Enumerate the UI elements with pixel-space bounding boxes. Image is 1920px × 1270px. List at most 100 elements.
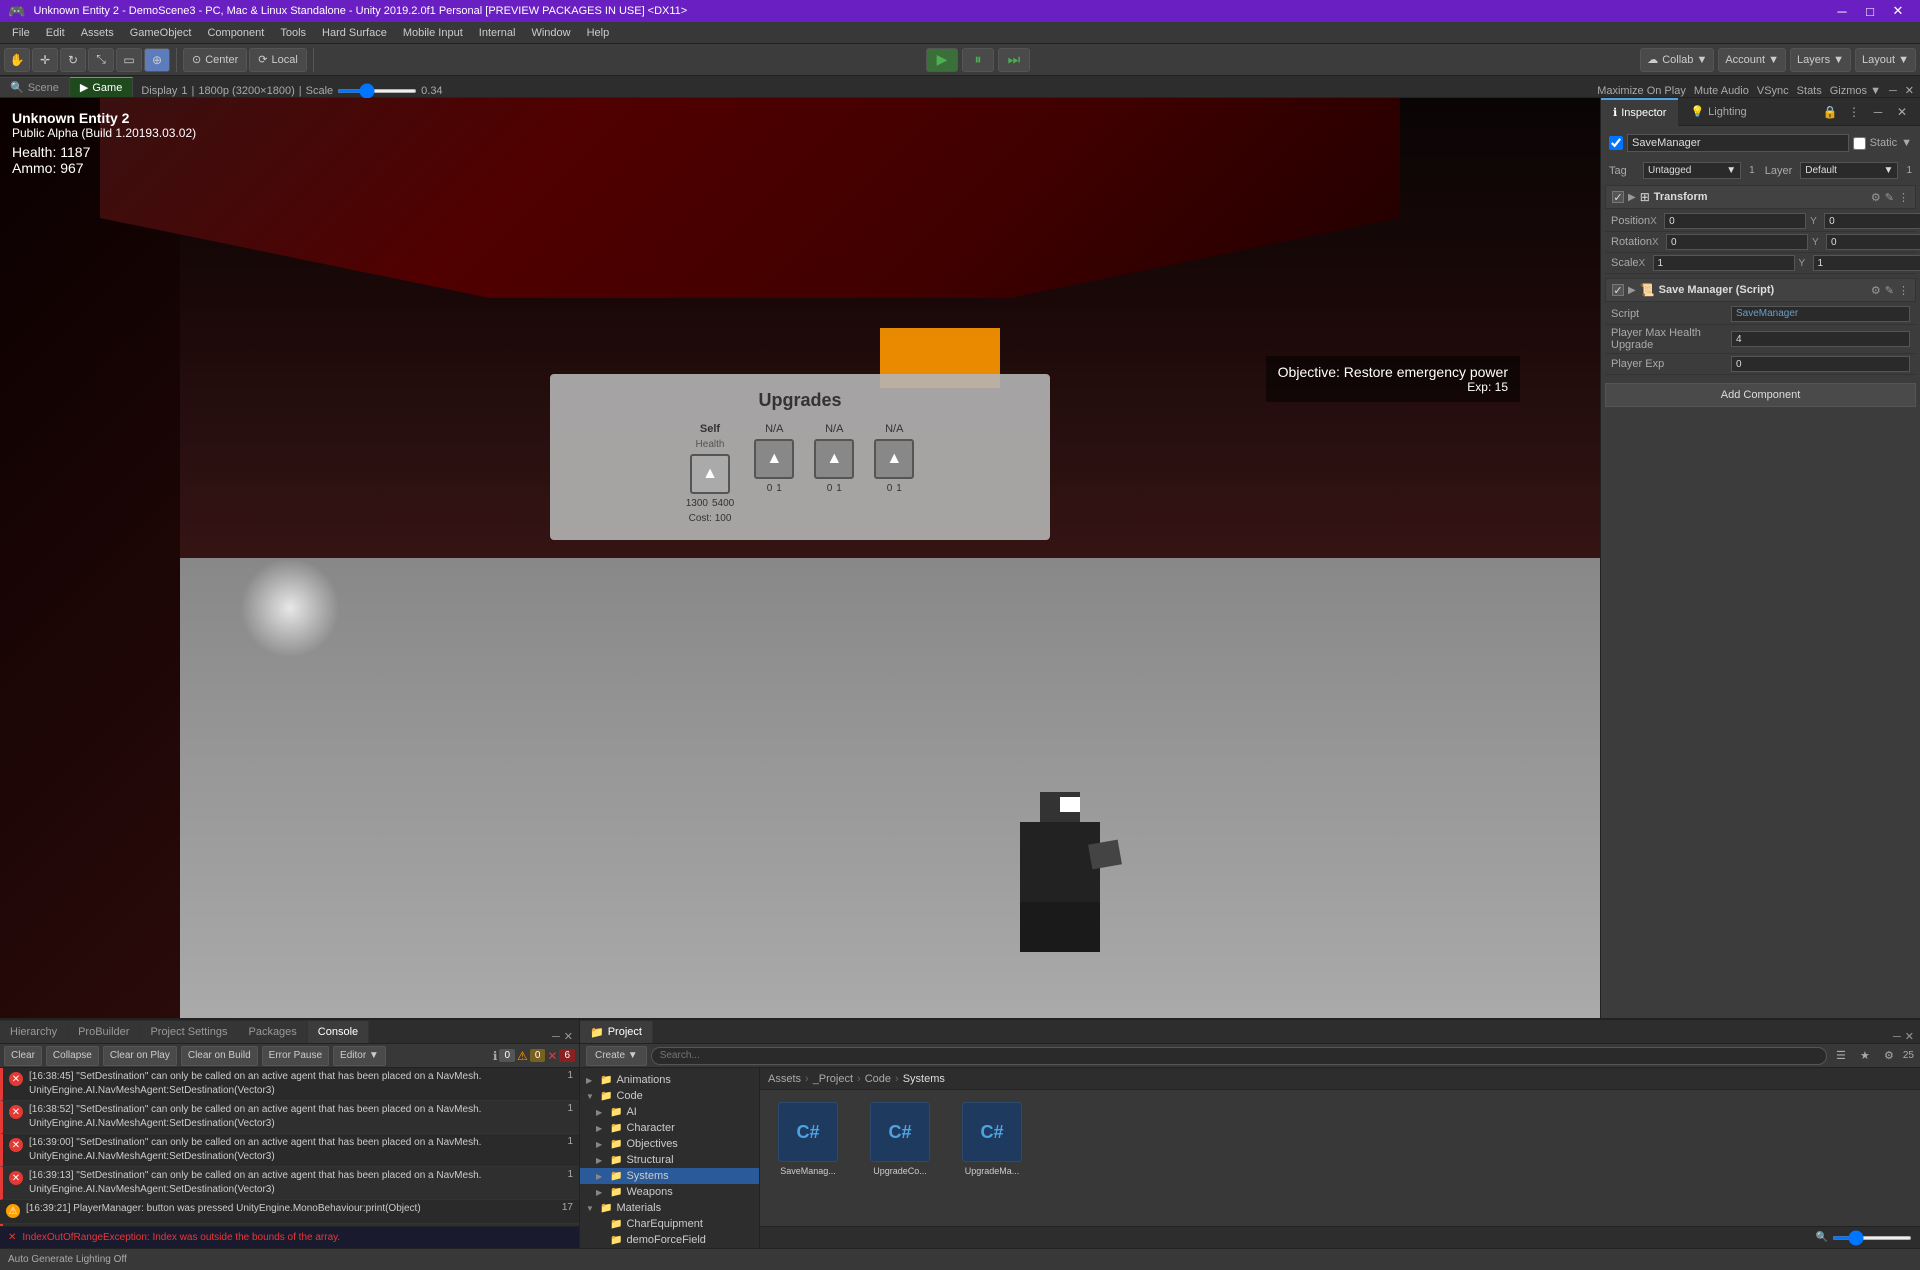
folder-weapons[interactable]: ▶ 📁 Weapons	[580, 1184, 759, 1200]
file-upgradema[interactable]: UpgradeMa...	[952, 1098, 1032, 1180]
tab-game[interactable]: ▶ Game	[70, 77, 133, 97]
move-tool[interactable]: ✛	[32, 48, 58, 72]
folder-objectives[interactable]: ▶ 📁 Objectives	[580, 1136, 759, 1152]
folder-materials[interactable]: ▼ 📁 Materials	[580, 1200, 759, 1216]
create-button[interactable]: Create ▼	[586, 1046, 647, 1066]
menu-hardsurface[interactable]: Hard Surface	[314, 25, 395, 41]
folder-structural[interactable]: ▶ 📁 Structural	[580, 1152, 759, 1168]
folder-animations[interactable]: ▶ 📁 Animations	[580, 1072, 759, 1088]
project-icon-3[interactable]: ⚙	[1879, 1046, 1899, 1066]
project-icon-1[interactable]: ☰	[1831, 1046, 1851, 1066]
tab-scene[interactable]: 🔍 Scene	[0, 77, 70, 97]
breadcrumb-project[interactable]: _Project	[813, 1073, 853, 1085]
save-manager-checkbox[interactable]: ✓	[1612, 284, 1624, 296]
transform-icon-edit[interactable]: ✎	[1885, 191, 1894, 204]
position-x-input[interactable]	[1664, 213, 1806, 229]
minimize-button[interactable]: ─	[1828, 0, 1856, 22]
step-button[interactable]: ⏭	[998, 48, 1030, 72]
stats[interactable]: Stats	[1797, 85, 1822, 97]
layer-dropdown[interactable]: Default ▼	[1800, 162, 1898, 179]
menu-component[interactable]: Component	[199, 25, 272, 41]
breadcrumb-assets[interactable]: Assets	[768, 1073, 801, 1085]
account-button[interactable]: Account ▼	[1718, 48, 1786, 72]
tag-dropdown[interactable]: Untagged ▼	[1643, 162, 1741, 179]
static-check[interactable]	[1853, 137, 1866, 150]
menu-mobileinput[interactable]: Mobile Input	[395, 25, 471, 41]
play-button[interactable]: ▶	[926, 48, 958, 72]
scale-y-input[interactable]	[1813, 255, 1920, 271]
save-manager-icon-settings[interactable]: ⚙	[1871, 284, 1881, 297]
zoom-slider[interactable]	[1832, 1236, 1912, 1240]
folder-code[interactable]: ▼ 📁 Code	[580, 1088, 759, 1104]
file-savemanager[interactable]: SaveManag...	[768, 1098, 848, 1180]
menu-edit[interactable]: Edit	[38, 25, 73, 41]
inspector-lock-icon[interactable]: 🔒	[1820, 102, 1840, 122]
folder-systems[interactable]: ▶ 📁 Systems	[580, 1168, 759, 1184]
project-minimize[interactable]: ─	[1893, 1031, 1901, 1043]
console-msg-5[interactable]: ⚠ [16:39:21] PlayerManager: button was p…	[0, 1200, 579, 1224]
file-upgradeco[interactable]: UpgradeCo...	[860, 1098, 940, 1180]
error-pause-button[interactable]: Error Pause	[262, 1046, 329, 1066]
inspector-more-icon[interactable]: ⋮	[1844, 102, 1864, 122]
menu-window[interactable]: Window	[523, 25, 578, 41]
vsync[interactable]: VSync	[1757, 85, 1789, 97]
bottom-left-close[interactable]: ✕	[564, 1030, 573, 1043]
script-value[interactable]: SaveManager	[1731, 306, 1910, 322]
folder-charequipment[interactable]: 📁 CharEquipment	[580, 1216, 759, 1232]
transform-icon-settings[interactable]: ⚙	[1871, 191, 1881, 204]
folder-demoforcefield[interactable]: 📁 demoForceField	[580, 1232, 759, 1248]
player-exp-input[interactable]	[1731, 356, 1910, 372]
player-max-health-input[interactable]	[1731, 331, 1910, 347]
rotate-tool[interactable]: ↻	[60, 48, 86, 72]
scale-x-input[interactable]	[1653, 255, 1795, 271]
clear-on-play-button[interactable]: Clear on Play	[103, 1046, 177, 1066]
maximize-on-play[interactable]: Maximize On Play	[1597, 85, 1686, 97]
console-msg-2[interactable]: ✕ [16:38:52] "SetDestination" can only b…	[0, 1101, 579, 1134]
transform-icon-more[interactable]: ⋮	[1898, 191, 1909, 204]
project-close[interactable]: ✕	[1905, 1030, 1914, 1043]
center-button[interactable]: ⊙ Center	[183, 48, 247, 72]
console-msg-4[interactable]: ✕ [16:39:13] "SetDestination" can only b…	[0, 1167, 579, 1200]
tab-minimize[interactable]: ─	[1889, 85, 1897, 97]
hand-tool[interactable]: ✋	[4, 48, 30, 72]
go-active-checkbox[interactable]	[1609, 136, 1623, 150]
upgrade-na3-btn[interactable]	[874, 439, 914, 479]
menu-file[interactable]: File	[4, 25, 38, 41]
tab-inspector[interactable]: ℹ Inspector	[1601, 98, 1678, 126]
add-component-button[interactable]: Add Component	[1605, 383, 1916, 407]
folder-ai[interactable]: ▶ 📁 AI	[580, 1104, 759, 1120]
collapse-button[interactable]: Collapse	[46, 1046, 99, 1066]
static-dropdown[interactable]: ▼	[1901, 137, 1912, 149]
menu-assets[interactable]: Assets	[73, 25, 122, 41]
bottom-left-minimize[interactable]: ─	[552, 1031, 560, 1043]
mute-audio[interactable]: Mute Audio	[1694, 85, 1749, 97]
pause-button[interactable]: ⏸	[962, 48, 994, 72]
project-search[interactable]	[651, 1047, 1827, 1065]
upgrade-self-btn[interactable]	[690, 454, 730, 494]
breadcrumb-systems[interactable]: Systems	[903, 1073, 945, 1085]
menu-internal[interactable]: Internal	[471, 25, 524, 41]
save-manager-icon-edit[interactable]: ✎	[1885, 284, 1894, 297]
tab-close[interactable]: ✕	[1905, 84, 1914, 97]
position-y-input[interactable]	[1824, 213, 1920, 229]
upgrade-na1-btn[interactable]	[754, 439, 794, 479]
scale-slider[interactable]	[337, 89, 417, 93]
transform-tool[interactable]: ⊕	[144, 48, 170, 72]
clear-button[interactable]: Clear	[4, 1046, 42, 1066]
editor-dropdown[interactable]: Editor ▼	[333, 1046, 386, 1066]
rotation-y-input[interactable]	[1826, 234, 1920, 250]
inspector-minimize-icon[interactable]: ─	[1868, 102, 1888, 122]
go-name-input[interactable]	[1627, 134, 1849, 152]
upgrade-na2-btn[interactable]	[814, 439, 854, 479]
gizmos-dropdown[interactable]: Gizmos ▼	[1830, 85, 1881, 97]
folder-character[interactable]: ▶ 📁 Character	[580, 1120, 759, 1136]
layers-button[interactable]: Layers ▼	[1790, 48, 1851, 72]
transform-checkbox[interactable]: ✓	[1612, 191, 1624, 203]
maximize-button[interactable]: □	[1856, 0, 1884, 22]
clear-on-build-button[interactable]: Clear on Build	[181, 1046, 258, 1066]
rect-tool[interactable]: ▭	[116, 48, 142, 72]
local-button[interactable]: ⟳ Local	[249, 48, 307, 72]
layout-button[interactable]: Layout ▼	[1855, 48, 1916, 72]
inspector-close-icon[interactable]: ✕	[1892, 102, 1912, 122]
tab-lighting[interactable]: 💡 Lighting	[1678, 98, 1758, 126]
